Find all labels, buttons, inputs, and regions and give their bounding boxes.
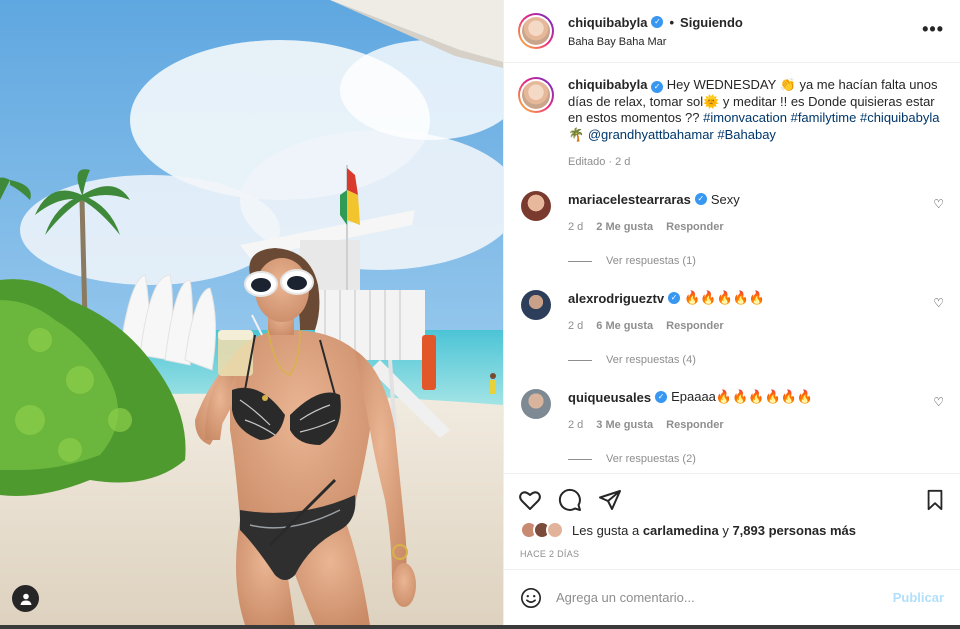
user-tag-icon[interactable] xyxy=(12,585,39,612)
verified-badge-icon: ✓ xyxy=(694,193,707,205)
comments-list: chiquibabyla ✓ Hey WEDNESDAY 👏 ya me hac… xyxy=(504,63,960,473)
author-username[interactable]: chiquibabyla xyxy=(568,15,647,30)
following-button[interactable]: Siguiendo xyxy=(680,15,743,30)
post-actions xyxy=(504,473,960,525)
comment-text: 🔥🔥🔥🔥🔥 xyxy=(684,290,766,305)
post-sidebar: chiquibabyla ✓ • Siguiendo Baha Bay Baha… xyxy=(503,0,960,625)
verified-badge-icon: ✓ xyxy=(655,391,668,403)
publish-button[interactable]: Publicar xyxy=(893,590,944,605)
comment-text: Sexy xyxy=(710,191,740,207)
header-separator: • xyxy=(669,14,675,30)
view-replies[interactable]: Ver respuestas (2) xyxy=(568,453,944,465)
reply-button[interactable]: Responder xyxy=(666,320,723,332)
comment-item: quiqueusales ✓ Epaaaa🔥🔥🔥🔥🔥🔥 2 d 3 Me gus… xyxy=(518,389,944,465)
verified-badge-icon: ✓ xyxy=(668,292,681,304)
reply-button[interactable]: Responder xyxy=(666,419,723,431)
comment-input[interactable] xyxy=(556,590,879,605)
commenter-avatar[interactable] xyxy=(521,389,551,419)
hashtag-link[interactable]: #chiquibabyla xyxy=(860,110,940,125)
mention-link[interactable]: @grandhyattbahamar xyxy=(588,127,714,142)
caption-edited-time: Editado · 2 d xyxy=(568,156,631,168)
post-timestamp[interactable]: HACE 2 DÍAS xyxy=(504,549,960,569)
like-comment-icon[interactable]: ♡ xyxy=(933,296,944,310)
emoji-smiley-icon[interactable] xyxy=(520,587,542,609)
comment-likes[interactable]: 6 Me gusta xyxy=(596,320,653,332)
comment-username[interactable]: quiqueusales xyxy=(568,390,651,405)
more-options-icon[interactable]: ••• xyxy=(922,20,944,38)
post-caption: chiquibabyla ✓ Hey WEDNESDAY 👏 ya me hac… xyxy=(518,77,944,143)
view-replies[interactable]: Ver respuestas (1) xyxy=(568,255,944,267)
verified-badge-icon: ✓ xyxy=(651,16,664,28)
hashtag-link[interactable]: #imonvacation xyxy=(703,110,787,125)
reply-button[interactable]: Responder xyxy=(666,221,723,233)
comment-bubble-icon[interactable] xyxy=(558,488,582,512)
caption-author-avatar[interactable] xyxy=(518,77,554,113)
comment-username[interactable]: mariacelestearraras xyxy=(568,192,691,207)
author-avatar[interactable] xyxy=(518,13,554,49)
comment-item: alexrodrigueztv ✓ 🔥🔥🔥🔥🔥 2 d 6 Me gusta R… xyxy=(518,290,944,366)
comment-time[interactable]: 2 d xyxy=(568,221,583,233)
comment-likes[interactable]: 3 Me gusta xyxy=(596,419,653,431)
comment-composer: Publicar xyxy=(504,569,960,625)
caption-username[interactable]: chiquibabyla xyxy=(568,77,647,92)
comment-text: Epaaaa🔥🔥🔥🔥🔥🔥 xyxy=(671,389,814,404)
hashtag-link[interactable]: #familytime xyxy=(791,110,857,125)
view-replies[interactable]: Ver respuestas (4) xyxy=(568,354,944,366)
post-dialog: chiquibabyla ✓ • Siguiendo Baha Bay Baha… xyxy=(0,0,960,625)
beach-photo xyxy=(0,0,503,625)
background-strip xyxy=(0,625,960,629)
comment-likes[interactable]: 2 Me gusta xyxy=(596,221,653,233)
post-photo[interactable] xyxy=(0,0,503,625)
commenter-avatar[interactable] xyxy=(521,191,551,221)
comment-item: mariacelestearraras ✓ Sexy 2 d 2 Me gust… xyxy=(518,191,944,267)
post-header: chiquibabyla ✓ • Siguiendo Baha Bay Baha… xyxy=(504,0,960,63)
share-send-icon[interactable] xyxy=(598,488,622,512)
like-comment-icon[interactable]: ♡ xyxy=(933,395,944,409)
like-heart-icon[interactable] xyxy=(518,488,542,512)
palm-emoji: 🌴 xyxy=(568,126,588,142)
commenter-avatar[interactable] xyxy=(521,290,551,320)
comment-username[interactable]: alexrodrigueztv xyxy=(568,291,664,306)
verified-badge-icon: ✓ xyxy=(651,81,664,93)
comment-time[interactable]: 2 d xyxy=(568,320,583,332)
post-location[interactable]: Baha Bay Baha Mar xyxy=(568,36,743,48)
hashtag-link[interactable]: #Bahabay xyxy=(717,127,776,142)
like-comment-icon[interactable]: ♡ xyxy=(933,197,944,211)
comment-time[interactable]: 2 d xyxy=(568,419,583,431)
bookmark-icon[interactable] xyxy=(924,489,946,511)
